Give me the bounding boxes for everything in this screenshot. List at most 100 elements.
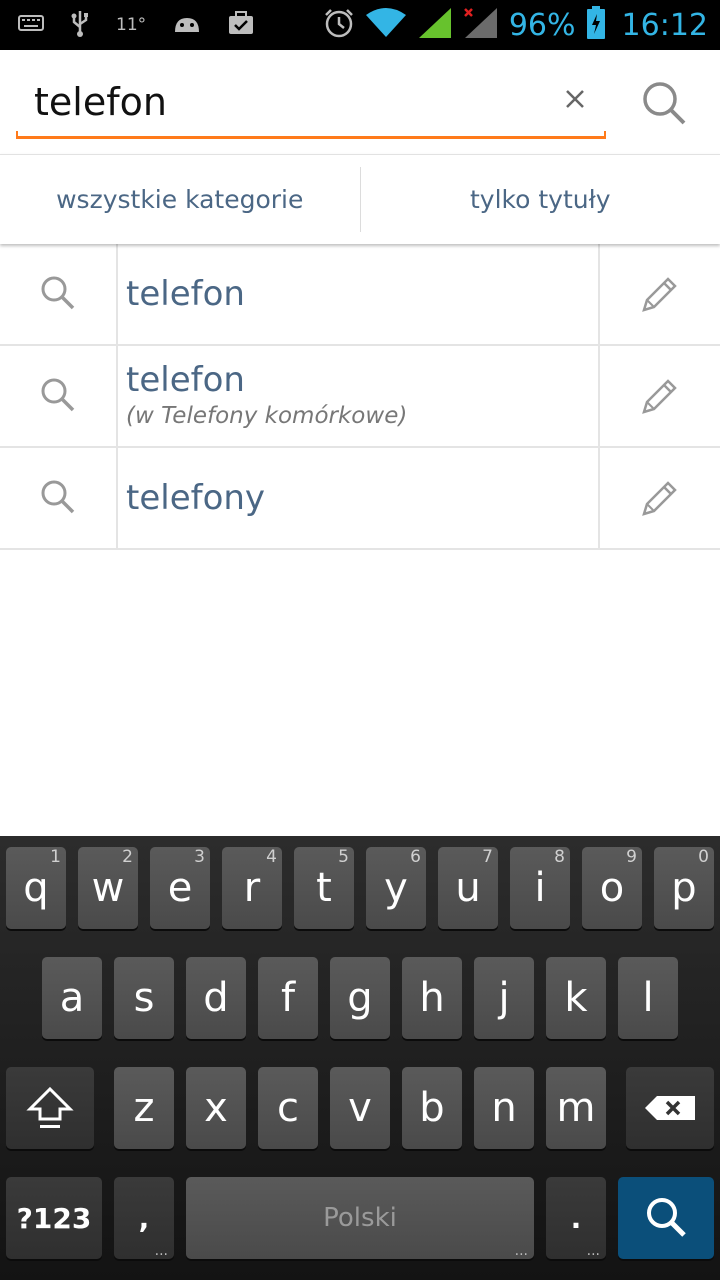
suggestion-text: telefon: [126, 360, 245, 400]
key-o[interactable]: o9: [582, 847, 642, 929]
space-key-label: Polski: [323, 1203, 397, 1233]
search-icon: [41, 480, 75, 514]
key-hint: 0: [698, 847, 709, 867]
search-icon: [41, 378, 75, 412]
suggestion-text-cell: telefon (w Telefony komórkowe): [118, 346, 600, 446]
space-key[interactable]: Polski...: [186, 1177, 534, 1259]
symbols-key-label: ?123: [16, 1201, 92, 1235]
key-label: j: [498, 975, 510, 1021]
alarm-icon: [323, 7, 355, 43]
suggestion-text: telefony: [126, 478, 266, 518]
signal-icon: [417, 6, 453, 44]
key-hint: 3: [194, 847, 205, 867]
suggestion-row[interactable]: telefon (w Telefony komórkowe): [0, 346, 720, 448]
suggestion-row[interactable]: telefony: [0, 448, 720, 550]
pencil-icon: [642, 481, 677, 516]
status-bar: 11° 96% 16:12: [0, 0, 720, 50]
key-j[interactable]: j: [474, 957, 534, 1039]
key-w[interactable]: w2: [78, 847, 138, 929]
key-label: d: [203, 975, 229, 1021]
comma-key-label: ,: [138, 1201, 150, 1235]
key-hint: 5: [338, 847, 349, 867]
suggestion-edit-button[interactable]: [600, 448, 720, 548]
all-categories-button[interactable]: wszystkie kategorie: [0, 155, 360, 244]
key-p[interactable]: p0: [654, 847, 714, 929]
more-dots-indicator: ...: [514, 1243, 528, 1259]
key-z[interactable]: z: [114, 1067, 174, 1149]
key-m[interactable]: m: [546, 1067, 606, 1149]
key-s[interactable]: s: [114, 957, 174, 1039]
suggestion-category-text: (w Telefony komórkowe): [126, 403, 408, 429]
search-enter-key[interactable]: [618, 1177, 714, 1259]
key-a[interactable]: a: [42, 957, 102, 1039]
wifi-icon: [365, 7, 407, 43]
key-label: s: [133, 975, 155, 1021]
suggestion-edit-button[interactable]: [600, 244, 720, 344]
key-i[interactable]: i8: [510, 847, 570, 929]
key-hint: 1: [50, 847, 61, 867]
temperature-text: 11°: [116, 15, 147, 35]
key-v[interactable]: v: [330, 1067, 390, 1149]
key-h[interactable]: h: [402, 957, 462, 1039]
key-u[interactable]: u7: [438, 847, 498, 929]
key-n[interactable]: n: [474, 1067, 534, 1149]
titles-only-button[interactable]: tylko tytuły: [361, 155, 720, 244]
key-label: u: [455, 865, 481, 911]
key-label: l: [642, 975, 654, 1021]
suggestion-row[interactable]: telefon: [0, 244, 720, 346]
pencil-icon: [642, 379, 677, 414]
key-label: z: [133, 1085, 155, 1131]
clear-search-button[interactable]: [558, 82, 592, 116]
status-bar-left: 11°: [18, 0, 254, 50]
key-label: b: [419, 1085, 445, 1131]
suggestion-search-icon-cell: [0, 346, 118, 446]
suggestion-edit-button[interactable]: [600, 346, 720, 446]
key-x[interactable]: x: [186, 1067, 246, 1149]
key-c[interactable]: c: [258, 1067, 318, 1149]
key-y[interactable]: y6: [366, 847, 426, 929]
key-label: v: [348, 1085, 372, 1131]
search-icon: [643, 82, 686, 125]
key-k[interactable]: k: [546, 957, 606, 1039]
key-r[interactable]: r4: [222, 847, 282, 929]
key-label: p: [671, 865, 697, 911]
key-f[interactable]: f: [258, 957, 318, 1039]
key-label: y: [384, 865, 408, 911]
key-e[interactable]: e3: [150, 847, 210, 929]
header-search-button[interactable]: [636, 78, 694, 130]
key-label: r: [243, 865, 261, 911]
key-label: f: [280, 975, 296, 1021]
key-label: h: [419, 975, 445, 1021]
key-label: o: [599, 865, 625, 911]
period-key[interactable]: ....: [546, 1177, 606, 1259]
key-label: g: [347, 975, 373, 1021]
more-dots-indicator: ...: [586, 1243, 600, 1259]
key-hint: 9: [626, 847, 637, 867]
symbols-key[interactable]: ?123: [6, 1177, 102, 1259]
backspace-key[interactable]: [626, 1067, 714, 1149]
close-icon: [566, 90, 584, 108]
key-d[interactable]: d: [186, 957, 246, 1039]
signal-no-service-icon: [463, 6, 499, 44]
shift-key[interactable]: [6, 1067, 94, 1149]
search-input-underline: [16, 131, 606, 139]
soft-keyboard: q1 w2 e3 r4 t5 y6 u7 i8 o9 p0 a s d f g …: [0, 836, 720, 1280]
briefcase-check-icon: [228, 11, 254, 39]
key-hint: 8: [554, 847, 565, 867]
pencil-icon: [642, 277, 677, 312]
key-l[interactable]: l: [618, 957, 678, 1039]
key-label: c: [277, 1085, 299, 1131]
key-t[interactable]: t5: [294, 847, 354, 929]
keyboard-icon: [18, 15, 44, 35]
suggestion-text-cell: telefon: [118, 244, 600, 344]
key-label: a: [59, 975, 85, 1021]
key-q[interactable]: q1: [6, 847, 66, 929]
key-hint: 4: [266, 847, 277, 867]
key-label: t: [316, 865, 332, 911]
clock-text: 16:12: [621, 7, 708, 43]
key-label: x: [204, 1085, 228, 1131]
key-b[interactable]: b: [402, 1067, 462, 1149]
comma-key[interactable]: ,...: [114, 1177, 174, 1259]
key-g[interactable]: g: [330, 957, 390, 1039]
suggestion-text: telefon: [126, 274, 245, 314]
